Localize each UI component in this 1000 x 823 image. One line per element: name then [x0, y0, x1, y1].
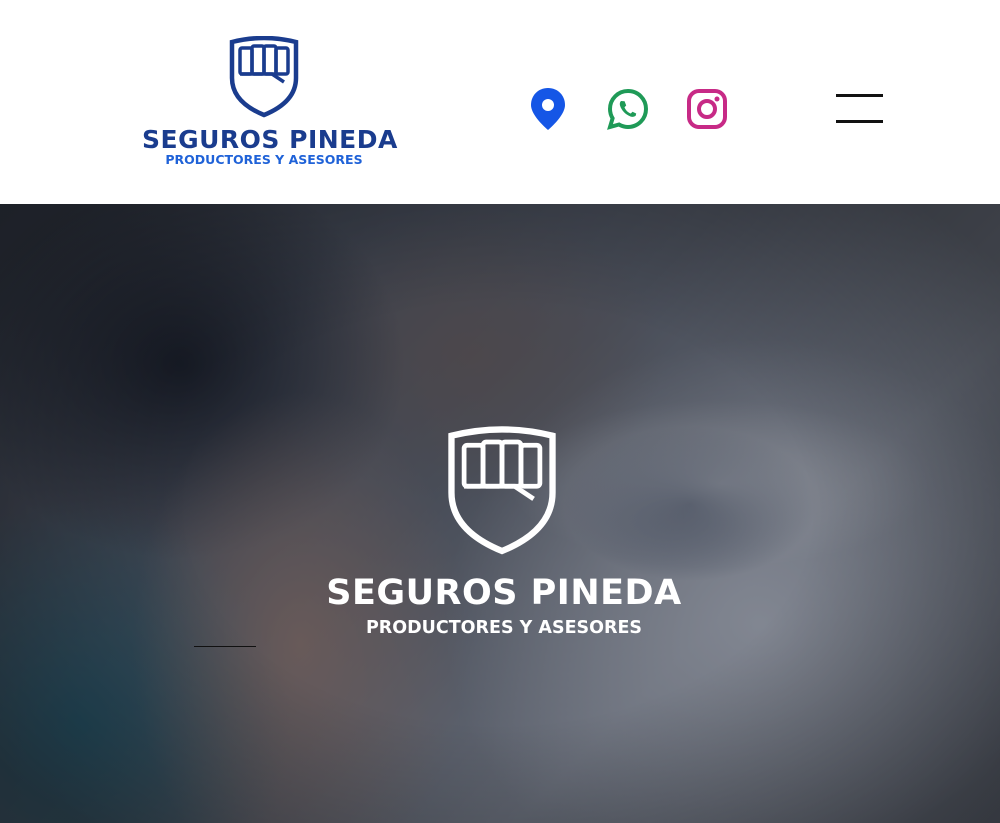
whatsapp-icon [607, 88, 649, 130]
instagram-icon [687, 89, 727, 129]
site-logo[interactable]: SEGUROS PINEDA PRODUCTORES Y ASESORES [142, 36, 398, 170]
hero-brand-text: SEGUROS PINEDA [326, 573, 682, 613]
site-header: SEGUROS PINEDA PRODUCTORES Y ASESORES [0, 0, 1000, 204]
hero-divider [194, 646, 256, 647]
shield-fist-icon [229, 36, 299, 118]
hamburger-menu-icon[interactable] [836, 94, 884, 124]
menu-line [836, 94, 883, 97]
hero-tagline: PRODUCTORES Y ASESORES [365, 618, 643, 638]
logo-tagline: PRODUCTORES Y ASESORES [165, 152, 363, 167]
shield-fist-icon [448, 426, 556, 555]
menu-line [836, 120, 883, 123]
instagram-link[interactable] [686, 88, 728, 130]
hero-logo: SEGUROS PINEDA PRODUCTORES Y ASESORES [306, 426, 702, 646]
map-pin-icon [531, 88, 565, 130]
location-link[interactable] [528, 86, 568, 132]
logo-brand-text: SEGUROS PINEDA [142, 125, 398, 154]
hero-banner: SEGUROS PINEDA PRODUCTORES Y ASESORES [0, 204, 1000, 823]
whatsapp-link[interactable] [607, 88, 649, 130]
